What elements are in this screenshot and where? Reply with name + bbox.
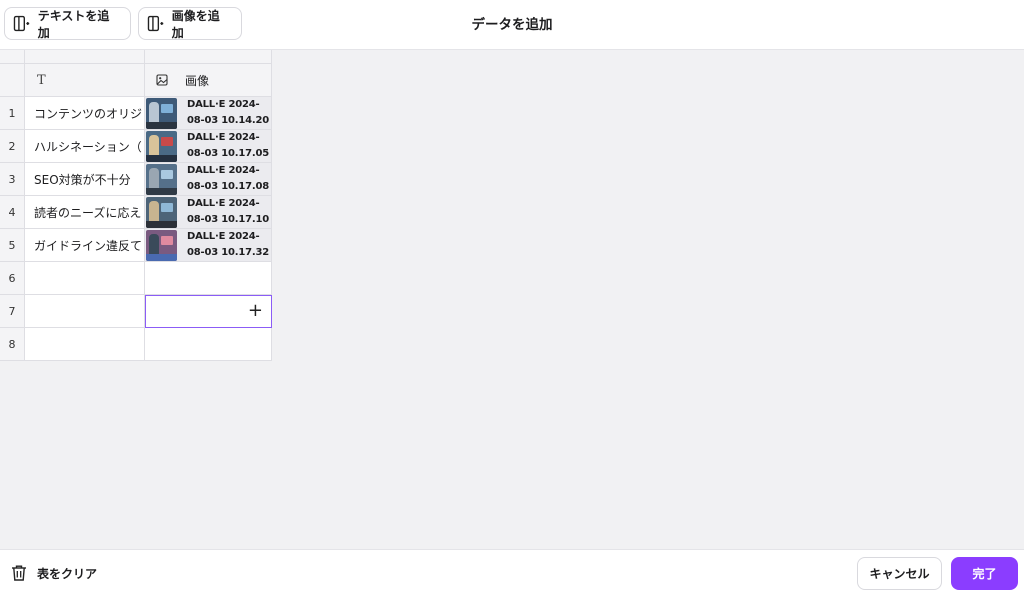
image-column-label: 画像 xyxy=(185,73,210,88)
top-bar: テキストを追加 画像を追加 データを追加 xyxy=(0,0,1024,50)
trash-icon xyxy=(12,565,26,581)
clear-table-button[interactable]: 表をクリア xyxy=(10,564,97,582)
image-cell[interactable]: DALL·E 2024-08-03 10.17.08 - A... xyxy=(145,163,272,196)
text-cell[interactable]: 読者のニーズに応え xyxy=(25,196,145,229)
image-filename: DALL·E 2024-08-03 10.14.20 - A... xyxy=(187,99,270,126)
image-cell[interactable]: DALL·E 2024-08-03 10.17.32 - A... xyxy=(145,229,272,262)
data-table: T 画像 1 コンテンツのオリジ DALL·E 2024-08-03 10.14… xyxy=(0,50,272,361)
image-column-header[interactable]: 画像 xyxy=(145,64,272,97)
table-row: 6 xyxy=(0,262,272,295)
row-number: 4 xyxy=(0,196,25,229)
selected-image-cell[interactable]: + xyxy=(145,295,272,328)
text-cell[interactable]: コンテンツのオリジ xyxy=(25,97,145,130)
bottom-bar: 表をクリア キャンセル 完了 xyxy=(0,549,1024,601)
text-cell[interactable] xyxy=(25,328,145,361)
add-column-icon xyxy=(147,15,164,32)
image-thumbnail xyxy=(146,163,177,195)
done-button[interactable]: 完了 xyxy=(951,557,1018,590)
image-thumbnail xyxy=(146,229,177,261)
row-number: 6 xyxy=(0,262,25,295)
row-number: 7 xyxy=(0,295,25,328)
table-row: 7 + xyxy=(0,295,272,328)
column-strip-text[interactable] xyxy=(25,50,145,64)
image-thumbnail xyxy=(146,97,177,129)
image-cell[interactable]: DALL·E 2024-08-03 10.17.10 - A... xyxy=(145,196,272,229)
clear-table-label: 表をクリア xyxy=(37,566,98,581)
text-type-icon: T xyxy=(37,72,46,88)
add-image-label: 画像を追加 xyxy=(171,8,220,40)
text-column-header[interactable]: T xyxy=(25,64,145,97)
header-row: T 画像 xyxy=(0,64,272,97)
cancel-button[interactable]: キャンセル xyxy=(857,557,942,590)
image-cell[interactable] xyxy=(145,328,272,361)
row-number: 8 xyxy=(0,328,25,361)
image-icon xyxy=(156,74,168,86)
image-cell[interactable] xyxy=(145,262,272,295)
row-number: 2 xyxy=(0,130,25,163)
table-row: 3 SEO対策が不十分 DALL·E 2024-08-03 10.17.08 -… xyxy=(0,163,272,196)
table-row: 1 コンテンツのオリジ DALL·E 2024-08-03 10.14.20 -… xyxy=(0,97,272,130)
table-row: 4 読者のニーズに応え DALL·E 2024-08-03 10.17.10 -… xyxy=(0,196,272,229)
row-number: 1 xyxy=(0,97,25,130)
table-row: 8 xyxy=(0,328,272,361)
corner-cell xyxy=(0,50,25,64)
table-row: 5 ガイドライン違反て DALL·E 2024-08-03 10.17.32 -… xyxy=(0,229,272,262)
add-text-label: テキストを追加 xyxy=(37,8,110,40)
image-filename: DALL·E 2024-08-03 10.17.10 - A... xyxy=(187,198,270,225)
header-num-cell xyxy=(0,64,25,97)
header-strip xyxy=(0,50,272,64)
column-strip-image[interactable] xyxy=(145,50,272,64)
plus-icon[interactable]: + xyxy=(248,302,263,320)
row-number: 3 xyxy=(0,163,25,196)
text-cell[interactable]: ガイドライン違反て xyxy=(25,229,145,262)
image-thumbnail xyxy=(146,196,177,228)
text-cell[interactable]: SEO対策が不十分 xyxy=(25,163,145,196)
text-cell[interactable] xyxy=(25,262,145,295)
row-number: 5 xyxy=(0,229,25,262)
table-row: 2 ハルシネーション（ DALL·E 2024-08-03 10.17.05 -… xyxy=(0,130,272,163)
image-filename: DALL·E 2024-08-03 10.17.05 - A... xyxy=(187,132,270,159)
add-text-button[interactable]: テキストを追加 xyxy=(4,7,131,40)
image-thumbnail xyxy=(146,130,177,162)
add-column-icon xyxy=(13,15,30,32)
image-filename: DALL·E 2024-08-03 10.17.32 - A... xyxy=(187,231,270,258)
image-cell[interactable]: DALL·E 2024-08-03 10.14.20 - A... xyxy=(145,97,272,130)
add-image-button[interactable]: 画像を追加 xyxy=(138,7,242,40)
image-filename: DALL·E 2024-08-03 10.17.08 - A... xyxy=(187,165,270,192)
text-cell[interactable]: ハルシネーション（ xyxy=(25,130,145,163)
text-cell[interactable] xyxy=(25,295,145,328)
image-cell[interactable]: DALL·E 2024-08-03 10.17.05 - A... xyxy=(145,130,272,163)
